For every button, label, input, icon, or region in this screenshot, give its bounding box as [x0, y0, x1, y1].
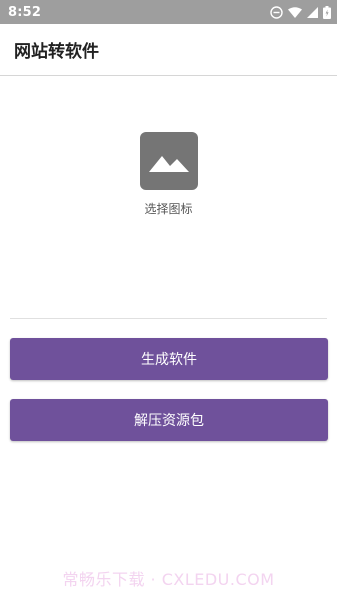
page-title: 网站转软件 — [14, 42, 99, 62]
status-bar: 8:52 — [0, 0, 337, 24]
status-time: 8:52 — [8, 4, 42, 20]
app-bar: 网站转软件 — [0, 24, 337, 76]
mountain-icon — [148, 156, 189, 172]
wifi-icon — [288, 6, 302, 18]
icon-picker-label: 选择图标 — [144, 202, 193, 216]
generate-app-button[interactable]: 生成软件 — [10, 338, 328, 380]
battery-icon — [323, 5, 331, 19]
icon-picker[interactable]: 选择图标 — [0, 132, 337, 217]
image-placeholder-icon[interactable] — [139, 132, 198, 190]
do-not-disturb-icon — [270, 5, 283, 19]
cell-signal-icon — [307, 6, 318, 18]
watermark: 常畅乐下载 · CXLEDU.COM — [62, 570, 275, 589]
divider — [10, 318, 327, 319]
extract-resources-button[interactable]: 解压资源包 — [10, 399, 328, 441]
status-icons — [270, 5, 331, 19]
